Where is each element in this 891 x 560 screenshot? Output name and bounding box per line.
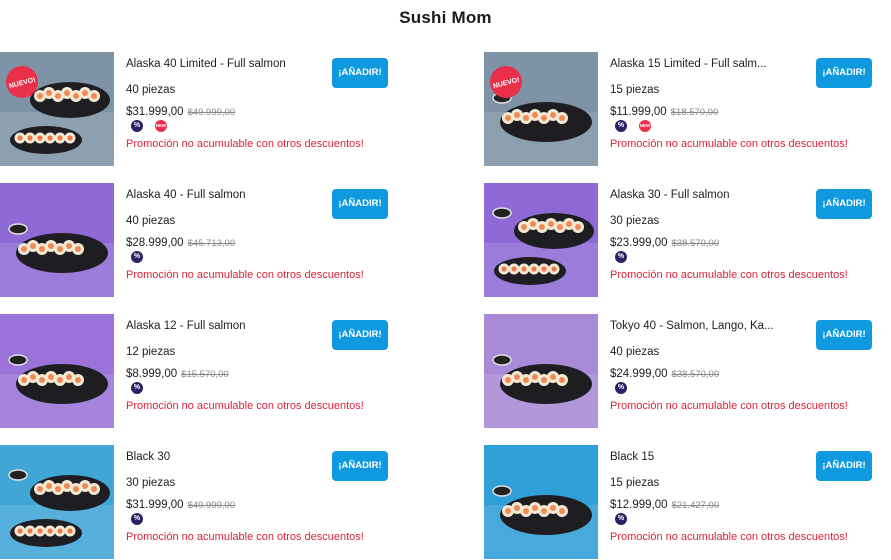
product-image[interactable]: NUEVO!: [0, 52, 114, 166]
product-pieces: 12 piezas: [126, 346, 176, 358]
product-name[interactable]: Alaska 40 Limited - Full salmon: [126, 58, 326, 70]
product-prices: $31.999,00 $49.999,00: [126, 102, 235, 120]
product-price: $24.999,00: [610, 368, 668, 380]
promo-text: Promoción no acumulable con otros descue…: [126, 138, 364, 150]
product-name[interactable]: Alaska 12 - Full salmon: [126, 320, 326, 332]
page-title: Sushi Mom: [399, 8, 492, 27]
product-badges: %: [615, 513, 639, 527]
add-to-cart-button[interactable]: ¡AÑADIR!: [332, 451, 388, 481]
promo-text: Promoción no acumulable con otros descue…: [126, 269, 364, 281]
product-old-price: $38.570,00: [671, 238, 720, 249]
product-pieces: 15 piezas: [610, 477, 660, 489]
percent-icon: %: [615, 382, 627, 394]
product-pieces: 40 piezas: [126, 215, 176, 227]
product-badges: % NEW: [131, 120, 179, 134]
add-to-cart-button[interactable]: ¡AÑADIR!: [816, 189, 872, 219]
product-card[interactable]: Black 15 15 piezas $12.999,00 $21.427,00 …: [484, 445, 884, 560]
product-image[interactable]: [0, 183, 114, 297]
product-name[interactable]: Tokyo 40 - Salmon, Lango, Ka...: [610, 320, 810, 332]
promo-text: Promoción no acumulable con otros descue…: [610, 269, 848, 281]
add-to-cart-button[interactable]: ¡AÑADIR!: [816, 58, 872, 88]
product-name[interactable]: Alaska 40 - Full salmon: [126, 189, 326, 201]
product-image[interactable]: [0, 445, 114, 559]
add-to-cart-button[interactable]: ¡AÑADIR!: [816, 451, 872, 481]
product-price: $28.999,00: [126, 237, 184, 249]
product-prices: $23.999,00 $38.570,00: [610, 233, 719, 251]
product-prices: $24.999,00 $38.570,00: [610, 364, 719, 382]
product-name[interactable]: Alaska 15 Limited - Full salm...: [610, 58, 810, 70]
promo-text: Promoción no acumulable con otros descue…: [610, 138, 848, 150]
product-card[interactable]: Alaska 12 - Full salmon 12 piezas $8.999…: [0, 314, 400, 432]
product-pieces: 30 piezas: [126, 477, 176, 489]
product-image[interactable]: [0, 314, 114, 428]
product-card[interactable]: NUEVO! Alaska 40 Limited - Full salmon 4…: [0, 52, 400, 170]
product-name[interactable]: Black 15: [610, 451, 810, 463]
percent-icon: %: [131, 382, 143, 394]
product-old-price: $15.570,00: [181, 369, 229, 380]
add-to-cart-button[interactable]: ¡AÑADIR!: [332, 320, 388, 350]
product-badges: %: [131, 513, 155, 527]
product-price: $23.999,00: [610, 237, 668, 249]
product-pieces: 30 piezas: [610, 215, 660, 227]
product-prices: $12.999,00 $21.427,00: [610, 495, 719, 513]
product-old-price: $49.999,00: [187, 500, 236, 511]
product-price: $31.999,00: [126, 499, 184, 511]
product-prices: $8.999,00 $15.570,00: [126, 364, 229, 382]
product-image[interactable]: [484, 314, 598, 428]
percent-icon: %: [615, 251, 627, 263]
percent-icon: %: [131, 251, 143, 263]
promo-text: Promoción no acumulable con otros descue…: [610, 400, 848, 412]
product-image[interactable]: NUEVO!: [484, 52, 598, 166]
product-image[interactable]: [484, 183, 598, 297]
product-card[interactable]: Alaska 30 - Full salmon 30 piezas $23.99…: [484, 183, 884, 301]
new-icon: NEW: [155, 120, 167, 132]
product-old-price: $45.713,00: [187, 238, 236, 249]
product-price: $31.999,00: [126, 106, 184, 118]
product-badges: %: [615, 251, 639, 265]
product-name[interactable]: Black 30: [126, 451, 326, 463]
product-pieces: 40 piezas: [610, 346, 660, 358]
product-card[interactable]: Alaska 40 - Full salmon 40 piezas $28.99…: [0, 183, 400, 301]
percent-icon: %: [615, 513, 627, 525]
add-to-cart-button[interactable]: ¡AÑADIR!: [332, 189, 388, 219]
promo-text: Promoción no acumulable con otros descue…: [610, 531, 848, 543]
product-badges: %: [615, 382, 639, 396]
product-price: $11.999,00: [610, 106, 667, 118]
product-prices: $31.999,00 $49.999,00: [126, 495, 235, 513]
product-price: $8.999,00: [126, 368, 178, 380]
product-badges: %: [131, 251, 155, 265]
new-icon: NEW: [639, 120, 651, 132]
product-card[interactable]: Black 30 30 piezas $31.999,00 $49.999,00 …: [0, 445, 400, 560]
product-card[interactable]: Tokyo 40 - Salmon, Lango, Ka... 40 pieza…: [484, 314, 884, 432]
add-to-cart-button[interactable]: ¡AÑADIR!: [816, 320, 872, 350]
product-pieces: 40 piezas: [126, 84, 176, 96]
product-image[interactable]: [484, 445, 598, 559]
product-price: $12.999,00: [610, 499, 668, 511]
product-badges: % NEW: [615, 120, 663, 134]
promo-text: Promoción no acumulable con otros descue…: [126, 531, 364, 543]
product-old-price: $18.570,00: [670, 107, 719, 118]
percent-icon: %: [131, 513, 143, 525]
product-pieces: 15 piezas: [610, 84, 660, 96]
product-old-price: $49.999,00: [187, 107, 236, 118]
promo-text: Promoción no acumulable con otros descue…: [126, 400, 364, 412]
product-badges: %: [131, 382, 155, 396]
product-old-price: $21.427,00: [671, 500, 720, 511]
product-old-price: $38.570,00: [671, 369, 720, 380]
product-name[interactable]: Alaska 30 - Full salmon: [610, 189, 810, 201]
percent-icon: %: [615, 120, 627, 132]
add-to-cart-button[interactable]: ¡AÑADIR!: [332, 58, 388, 88]
product-prices: $28.999,00 $45.713,00: [126, 233, 235, 251]
percent-icon: %: [131, 120, 143, 132]
product-prices: $11.999,00 $18.570,00: [610, 102, 718, 120]
product-card[interactable]: NUEVO! Alaska 15 Limited - Full salm... …: [484, 52, 884, 170]
